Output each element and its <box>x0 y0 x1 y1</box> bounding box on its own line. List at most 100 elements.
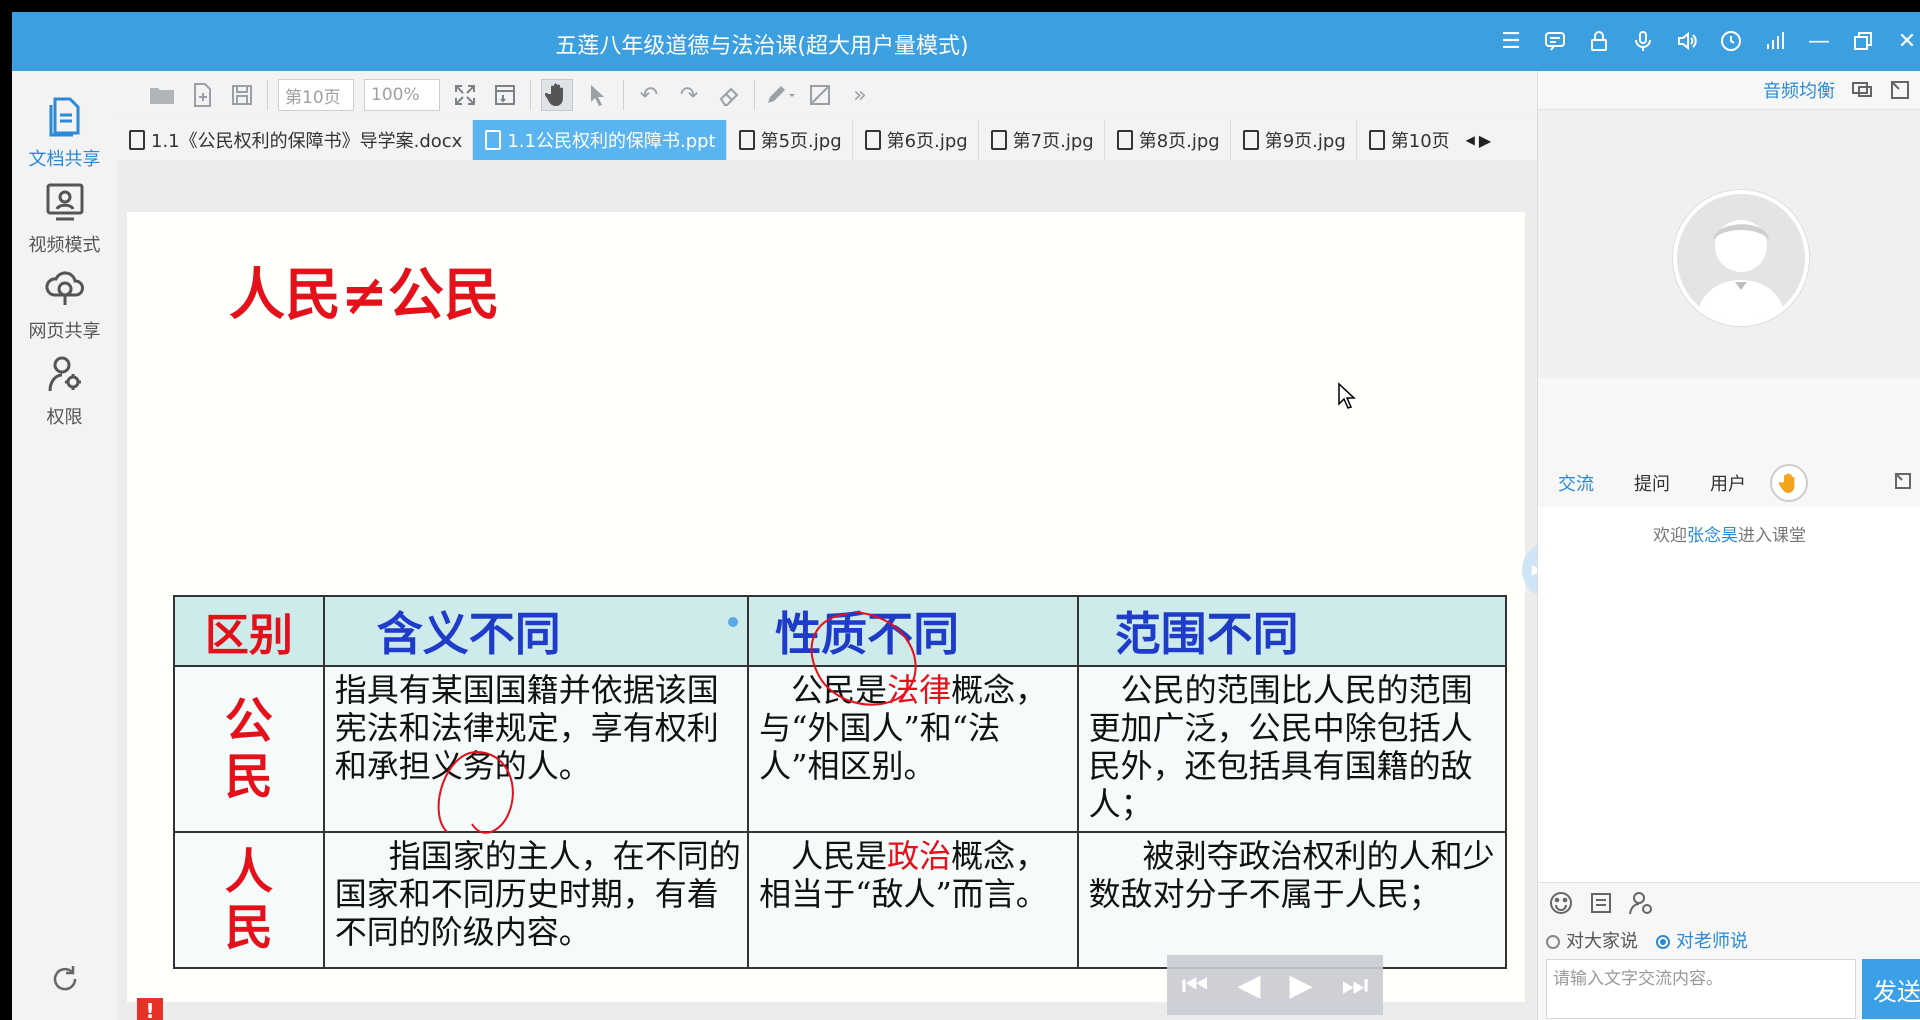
chat-input[interactable]: 请输入文字交流内容。 <box>1546 959 1856 1019</box>
tab-scroll-right-icon[interactable]: ▶ <box>1479 131 1491 150</box>
fullscreen-icon[interactable] <box>450 80 480 110</box>
table-row: 公民 指具有某国国籍并依据该国宪法和法律规定，享有权利和承担义务的人。 公民是法… <box>173 665 1508 833</box>
tab-scroll-left-icon[interactable]: ◀ <box>1466 133 1475 147</box>
sidebar-item-label: 视频模式 <box>28 235 101 256</box>
title-bar: 五莲八年级道德与法治课(超大用户量模式) ☰ — ✕ <box>12 12 1920 71</box>
tab-docx-guide[interactable]: 1.1《公民权利的保障书》导学案.docx <box>117 120 474 160</box>
table-cell: 公民的范围比人民的范围更加广泛，公民中除包括人民外，还包括具有国籍的敌人； <box>1076 665 1508 833</box>
first-page-icon[interactable]: ⏮ <box>1181 968 1208 1003</box>
screen-share-icon[interactable] <box>1851 79 1873 101</box>
tab-page-6[interactable]: 第6页.jpg <box>853 120 979 160</box>
video-mode-icon <box>42 179 88 225</box>
sidebar-item-label: 权限 <box>46 407 83 428</box>
hand-tool-icon[interactable] <box>541 79 573 111</box>
close-icon[interactable]: ✕ <box>1892 26 1920 56</box>
warning-icon[interactable]: ! <box>137 998 163 1020</box>
tab-chat[interactable]: 交流 <box>1538 470 1614 496</box>
sidebar-item-label: 文档共享 <box>28 149 101 170</box>
minimize-icon[interactable]: — <box>1804 26 1834 56</box>
new-page-icon[interactable] <box>187 80 217 110</box>
tab-question[interactable]: 提问 <box>1614 470 1690 496</box>
eraser-icon[interactable] <box>714 80 744 110</box>
table-header-row: 区别 含义不同 性质不同 范围不同 <box>173 595 1508 667</box>
page-select[interactable]: 第10页 <box>278 79 354 111</box>
more-tools-icon[interactable]: » <box>845 80 875 110</box>
message-icon[interactable] <box>1540 26 1570 56</box>
document-stage: 人民≠公民 区别 含义不同 性质不同 范围不同 公民 指具有某国国籍并依据该国宪… <box>117 160 1537 1020</box>
slide-canvas[interactable]: 人民≠公民 区别 含义不同 性质不同 范围不同 公民 指具有某国国籍并依据该国宪… <box>127 212 1525 1002</box>
save-icon[interactable] <box>227 80 257 110</box>
shape-tool-icon[interactable] <box>805 80 835 110</box>
window-title: 五莲八年级道德与法治课(超大用户量模式) <box>555 34 969 59</box>
mouse-cursor-icon <box>1338 382 1356 409</box>
radio-selected-icon <box>1656 935 1670 949</box>
table-cell: 指具有某国国籍并依据该国宪法和法律规定，享有权利和承担义务的人。 <box>322 665 750 833</box>
right-panel: 音频均衡 交流 提问 用户 欢迎张念昊进入课堂 对大家说 对老师说 请输入文字交… <box>1537 71 1920 1020</box>
expand-icon[interactable] <box>1889 79 1911 101</box>
chat-record-icon[interactable] <box>1588 890 1614 916</box>
last-page-icon[interactable]: ⏭ <box>1341 968 1368 1003</box>
tab-page-9[interactable]: 第9页.jpg <box>1231 120 1357 160</box>
table-header-cell: 含义不同 <box>322 595 750 667</box>
pointer-tool-icon[interactable] <box>583 80 613 110</box>
chat-expand-icon[interactable] <box>1893 471 1913 495</box>
comparison-table: 区别 含义不同 性质不同 范围不同 公民 指具有某国国籍并依据该国宪法和法律规定… <box>173 595 1508 969</box>
audio-balance-link[interactable]: 音频均衡 <box>1763 77 1835 103</box>
sidebar-item-document-share[interactable]: 文档共享 <box>12 93 117 171</box>
toolbar-divider <box>530 80 531 110</box>
undo-icon[interactable]: ↶ <box>634 80 664 110</box>
table-header-cell: 性质不同 <box>747 595 1079 667</box>
speaker-icon[interactable] <box>1672 26 1702 56</box>
sidebar-item-web-share[interactable]: 网页共享 <box>12 265 117 343</box>
toolbar-divider <box>754 80 755 110</box>
zoom-select[interactable]: 100% <box>364 79 440 111</box>
clock-icon[interactable] <box>1716 26 1746 56</box>
right-panel-header: 音频均衡 <box>1538 71 1920 109</box>
file-icon <box>1368 130 1385 150</box>
user-name-link[interactable]: 张念昊 <box>1687 526 1738 546</box>
row-label: 公民 <box>173 665 325 833</box>
permission-icon <box>42 351 88 397</box>
toolbar-divider <box>623 80 624 110</box>
signal-icon[interactable] <box>1760 26 1790 56</box>
sidebar-item-label: 网页共享 <box>28 321 101 342</box>
tab-ppt[interactable]: 1.1公民权利的保障书.ppt <box>473 120 727 160</box>
restore-icon[interactable] <box>1848 26 1878 56</box>
web-share-icon <box>42 265 88 311</box>
file-icon <box>1116 130 1133 150</box>
table-cell: 公民是法律概念，与“外国人”和“法人”相区别。 <box>747 665 1079 833</box>
raise-hand-icon[interactable] <box>1770 464 1808 502</box>
next-page-icon[interactable]: ▶ <box>1289 968 1312 1003</box>
redo-icon[interactable]: ↷ <box>674 80 704 110</box>
table-row: 人民 指国家的主人，在不同的国家和不同历史时期，有着不同的阶级内容。 人民是政治… <box>173 831 1508 969</box>
lock-icon[interactable] <box>1584 26 1614 56</box>
mic-icon[interactable] <box>1628 26 1658 56</box>
pen-tool-icon[interactable] <box>765 80 795 110</box>
table-header-cell: 区别 <box>173 595 325 667</box>
radio-say-to-all[interactable]: 对大家说 <box>1546 927 1638 953</box>
document-toolbar: 第10页 100% ↶ ↷ » <box>117 71 1537 119</box>
tab-page-8[interactable]: 第8页.jpg <box>1105 120 1231 160</box>
document-icon <box>42 93 88 139</box>
radio-say-to-teacher[interactable]: 对老师说 <box>1656 927 1748 953</box>
refresh-icon[interactable] <box>48 962 82 996</box>
tab-page-5[interactable]: 第5页.jpg <box>727 120 853 160</box>
chat-tabs: 交流 提问 用户 <box>1538 459 1920 507</box>
prev-page-icon[interactable]: ◀ <box>1237 968 1260 1003</box>
tab-users[interactable]: 用户 <box>1690 470 1766 496</box>
tab-scroll-arrows: ◀ ▶ <box>1460 120 1492 160</box>
menu-icon[interactable]: ☰ <box>1496 26 1526 56</box>
folder-open-icon[interactable] <box>147 80 177 110</box>
file-icon <box>1242 130 1259 150</box>
file-icon <box>864 130 881 150</box>
file-icon <box>738 130 755 150</box>
tab-page-7[interactable]: 第7页.jpg <box>979 120 1105 160</box>
send-button[interactable]: 发送 <box>1862 959 1920 1019</box>
sidebar-item-video-mode[interactable]: 视频模式 <box>12 179 117 257</box>
chat-target: 对大家说 对老师说 <box>1538 924 1920 956</box>
emoji-icon[interactable] <box>1548 890 1574 916</box>
sidebar-item-permission[interactable]: 权限 <box>12 351 117 429</box>
tab-page-10[interactable]: 第10页 <box>1357 120 1460 160</box>
private-chat-icon[interactable] <box>1628 890 1654 916</box>
fit-page-icon[interactable] <box>490 80 520 110</box>
